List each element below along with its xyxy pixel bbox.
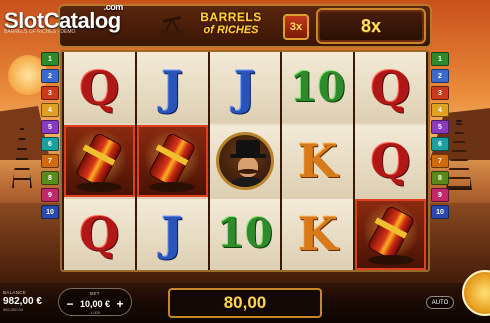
reel-cell [136,125,208,197]
multiplier-value: 8x [360,15,382,36]
bet-control: BET − 10,00 € + 1.000 [58,288,132,316]
autoplay-button[interactable]: AUTO [426,296,454,309]
oil-pump-icon [162,16,182,34]
site-logo-dotcom: .com [103,2,124,12]
reel-column: QQ [64,52,135,270]
reel-column: 10 K K [282,52,354,270]
symbol-ten: 10 [289,63,346,111]
symbol-q: Q [370,60,411,115]
bet-label: BET [90,291,100,296]
reel-cell: J [209,52,281,124]
symbol-k: K [297,207,338,262]
reel-cell: K [282,125,354,197]
symbol-q: Q [79,207,120,262]
reel-cell: 10 [282,52,354,124]
reel-cell: 10 [209,198,281,270]
payline-marker: 8 [431,171,449,185]
win-amount-display: 80,00 [168,288,322,318]
reel-cell: J [136,198,208,270]
balance-label: BALANCE [3,290,27,295]
payline-marker: 9 [431,188,449,202]
reel-cell [355,198,426,270]
reel-cell: K [282,198,354,270]
payline-marker: 8 [41,171,59,185]
reel-cell: Q [64,52,135,124]
bet-sub: 1.000 [89,310,100,315]
payline-marker: 5 [431,120,449,134]
reel-cell: Q [64,198,135,270]
game-title-line2: of RICHES [203,24,259,36]
payline-marker: 7 [431,154,449,168]
payline-marker: 4 [41,103,59,117]
symbol-j: J [161,60,184,115]
tycoon-portrait-icon [215,131,274,190]
payline-marker: 6 [41,137,59,151]
reel-cell [64,125,135,197]
payline-marker: 6 [431,137,449,151]
reel-column: JJ [136,52,208,270]
oil-barrel-icon [145,129,200,192]
payline-marker: 10 [41,205,59,219]
symbol-j: J [161,207,184,262]
payline-marker: 3 [41,86,59,100]
bet-increase-button[interactable]: + [113,297,127,311]
reel-column: QQ [355,52,426,270]
payline-marker: 9 [41,188,59,202]
symbol-ten: 10 [217,210,273,258]
payline-marker: 2 [431,69,449,83]
balance-panel: BALANCE 982,00 € 982,000.00 [3,290,42,312]
payline-marker: 2 [41,69,59,83]
oil-barrel-icon [72,129,127,192]
game-title-line1: BARRELS [200,10,262,24]
multiplier-display: 8x [316,8,426,44]
payline-markers-left: 1 2 3 4 5 6 7 8 9 10 [41,52,59,219]
payline-marker: 1 [41,52,59,66]
symbol-q: Q [79,60,120,115]
payline-marker: 4 [431,103,449,117]
oil-barrel-icon [363,203,418,266]
symbol-k: K [297,133,338,188]
reel-column: J 10 [209,52,281,270]
reel-cell: Q [355,52,426,124]
symbol-q: Q [370,133,411,188]
balance-value: 982,00 € [3,296,42,307]
payline-marker: 7 [41,154,59,168]
payline-markers-right: 1 2 3 4 5 6 7 8 9 10 [431,52,449,219]
payline-marker: 10 [431,205,449,219]
multiplier-badge: 3x [283,14,309,40]
payline-marker: 5 [41,120,59,134]
reel-cell: Q [355,125,426,197]
payline-marker: 3 [431,86,449,100]
game-caption: BARRELS OF RICHES · DEMO [4,29,76,35]
balance-sub: 982,000.00 [3,307,24,312]
reel-cell: J [136,52,208,124]
symbol-j: J [234,60,256,115]
reel-cell [209,125,281,197]
game-title-logo: BARRELS of RICHES [185,10,277,44]
payline-marker: 1 [431,52,449,66]
reel-grid: Q Q J J J 10 10 K K Q Q [64,52,426,270]
